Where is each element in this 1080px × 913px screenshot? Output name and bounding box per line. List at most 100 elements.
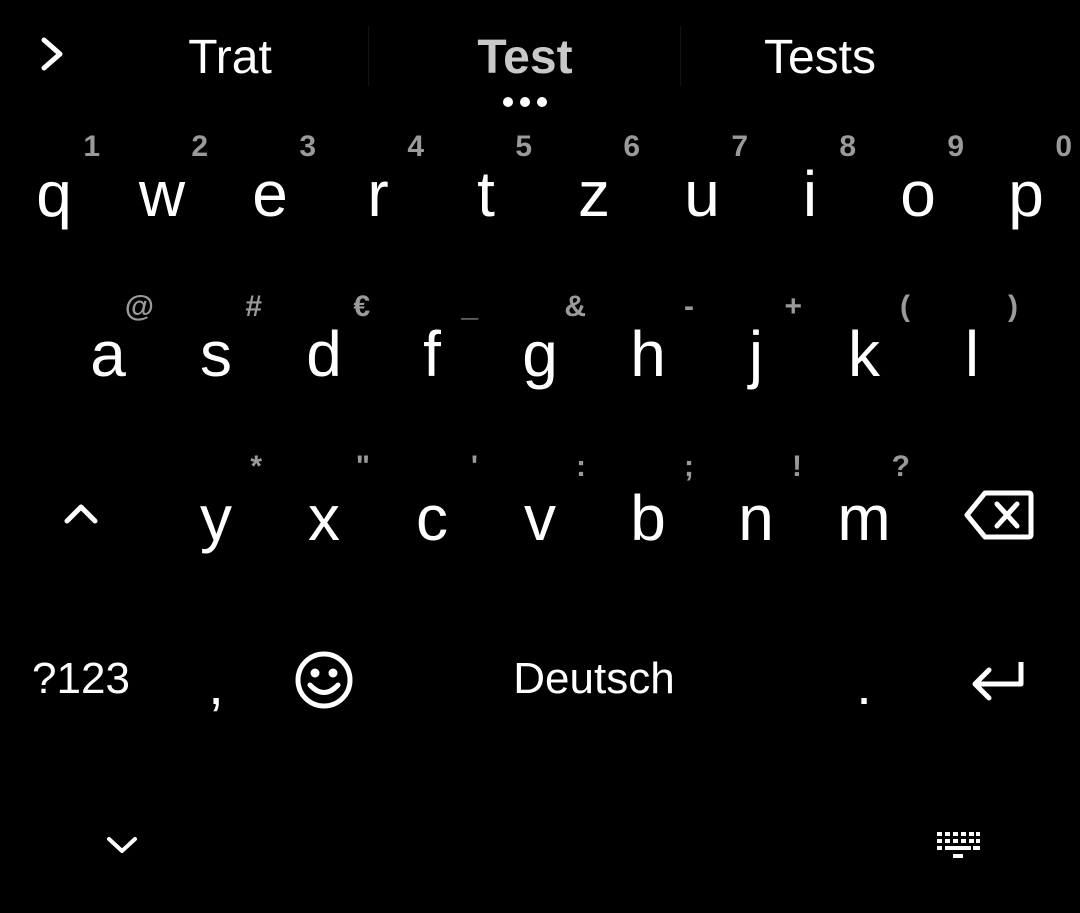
key-y[interactable]: y *: [162, 440, 270, 590]
key-row-1: q 1 w 2 e 3 r 4 t 5 z 6 u 7 i 8 o 9 p 0: [0, 120, 1080, 260]
key-hint: @: [124, 290, 154, 323]
keyboard-icon: [937, 832, 980, 858]
key-hint: ): [1008, 290, 1018, 323]
key-h[interactable]: h -: [594, 280, 702, 420]
key-t[interactable]: t 5: [432, 120, 540, 260]
key-d[interactable]: d €: [270, 280, 378, 420]
key-label: f: [423, 318, 441, 390]
key-v[interactable]: v :: [486, 440, 594, 590]
key-label: j: [748, 318, 764, 390]
key-u[interactable]: u 7: [648, 120, 756, 260]
comma-key[interactable]: ,: [162, 657, 270, 713]
key-i[interactable]: i 8: [756, 120, 864, 260]
key-label: b: [630, 482, 666, 554]
backspace-icon: [964, 490, 1034, 540]
navigation-bar: [0, 790, 1080, 913]
key-a[interactable]: a @: [54, 280, 162, 420]
key-p[interactable]: p 0: [972, 120, 1080, 260]
emoji-smiley-icon: [295, 651, 353, 709]
key-e[interactable]: e 3: [216, 120, 324, 260]
suggestion-right[interactable]: Tests: [682, 22, 958, 92]
shift-key[interactable]: [0, 440, 162, 590]
key-hint: 2: [191, 130, 208, 163]
key-label: r: [367, 158, 389, 230]
key-label: h: [630, 318, 666, 390]
key-label: a: [90, 318, 126, 390]
key-l[interactable]: l ): [918, 280, 1026, 420]
emoji-key[interactable]: [270, 640, 378, 720]
key-hint: 5: [515, 130, 532, 163]
key-f[interactable]: f _: [378, 280, 486, 420]
key-label: o: [900, 158, 936, 230]
key-label: l: [964, 318, 980, 390]
key-hint: (: [900, 290, 910, 323]
key-hint: 8: [839, 130, 856, 163]
key-label: p: [1008, 158, 1044, 230]
key-label: x: [308, 482, 340, 554]
key-hint: _: [461, 290, 478, 323]
key-label: v: [524, 482, 556, 554]
key-hint: 0: [1055, 130, 1072, 163]
key-hint: 1: [83, 130, 100, 163]
key-label: d: [306, 318, 342, 390]
suggestion-left[interactable]: Trat: [90, 22, 370, 92]
suggestion-strip: Trat Test Tests: [0, 0, 1080, 112]
key-m[interactable]: m ?: [810, 440, 918, 590]
key-label: c: [416, 482, 448, 554]
suggestion-divider: [680, 26, 681, 86]
key-hint: 3: [299, 130, 316, 163]
key-label: i: [802, 158, 818, 230]
key-label: z: [578, 158, 610, 230]
key-j[interactable]: j +: [702, 280, 810, 420]
key-hint: ;: [684, 450, 694, 483]
enter-key[interactable]: [918, 644, 1080, 716]
key-label: n: [738, 482, 774, 554]
chevron-down-icon: [107, 837, 137, 853]
key-q[interactable]: q 1: [0, 120, 108, 260]
key-label: m: [837, 482, 891, 554]
key-hint: &: [564, 290, 586, 323]
key-g[interactable]: g &: [486, 280, 594, 420]
key-b[interactable]: b ;: [594, 440, 702, 590]
suggestion-center[interactable]: Test: [370, 22, 680, 92]
key-hint: !: [792, 450, 802, 483]
key-hint: #: [245, 290, 262, 323]
hide-keyboard-button[interactable]: [80, 820, 164, 870]
key-x[interactable]: x ": [270, 440, 378, 590]
key-hint: 4: [407, 130, 424, 163]
symbols-key[interactable]: ?123: [0, 654, 162, 704]
key-hint: 7: [731, 130, 748, 163]
key-hint: :: [576, 450, 586, 483]
key-k[interactable]: k (: [810, 280, 918, 420]
key-hint: +: [784, 290, 802, 323]
key-w[interactable]: w 2: [108, 120, 216, 260]
key-hint: €: [353, 290, 370, 323]
key-z[interactable]: z 6: [540, 120, 648, 260]
space-key[interactable]: Deutsch: [378, 654, 810, 704]
key-n[interactable]: n !: [702, 440, 810, 590]
key-label: s: [200, 318, 232, 390]
key-r[interactable]: r 4: [324, 120, 432, 260]
backspace-key[interactable]: [918, 440, 1080, 590]
key-label: u: [684, 158, 720, 230]
enter-return-icon: [972, 662, 1024, 701]
key-label: q: [36, 158, 72, 230]
key-label: g: [522, 318, 558, 390]
more-dots-icon: [503, 96, 547, 108]
chevron-right-icon: [41, 37, 63, 71]
key-hint: ?: [891, 450, 910, 483]
key-row-4: ?123 , Deutsch .: [0, 610, 1080, 760]
period-key[interactable]: .: [810, 657, 918, 713]
suggestion-divider: [368, 26, 369, 86]
expand-suggestions-button[interactable]: [20, 26, 84, 82]
key-hint: 9: [947, 130, 964, 163]
key-row-2: a @ s # d € f _ g & h - j + k ( l ): [0, 280, 1080, 420]
key-hint: 6: [623, 130, 640, 163]
key-s[interactable]: s #: [162, 280, 270, 420]
key-c[interactable]: c ': [378, 440, 486, 590]
keyboard-switcher-button[interactable]: [916, 820, 1000, 870]
key-hint: ": [355, 450, 370, 483]
key-hint: ': [470, 450, 478, 483]
shift-caret-icon: [64, 504, 98, 524]
key-o[interactable]: o 9: [864, 120, 972, 260]
